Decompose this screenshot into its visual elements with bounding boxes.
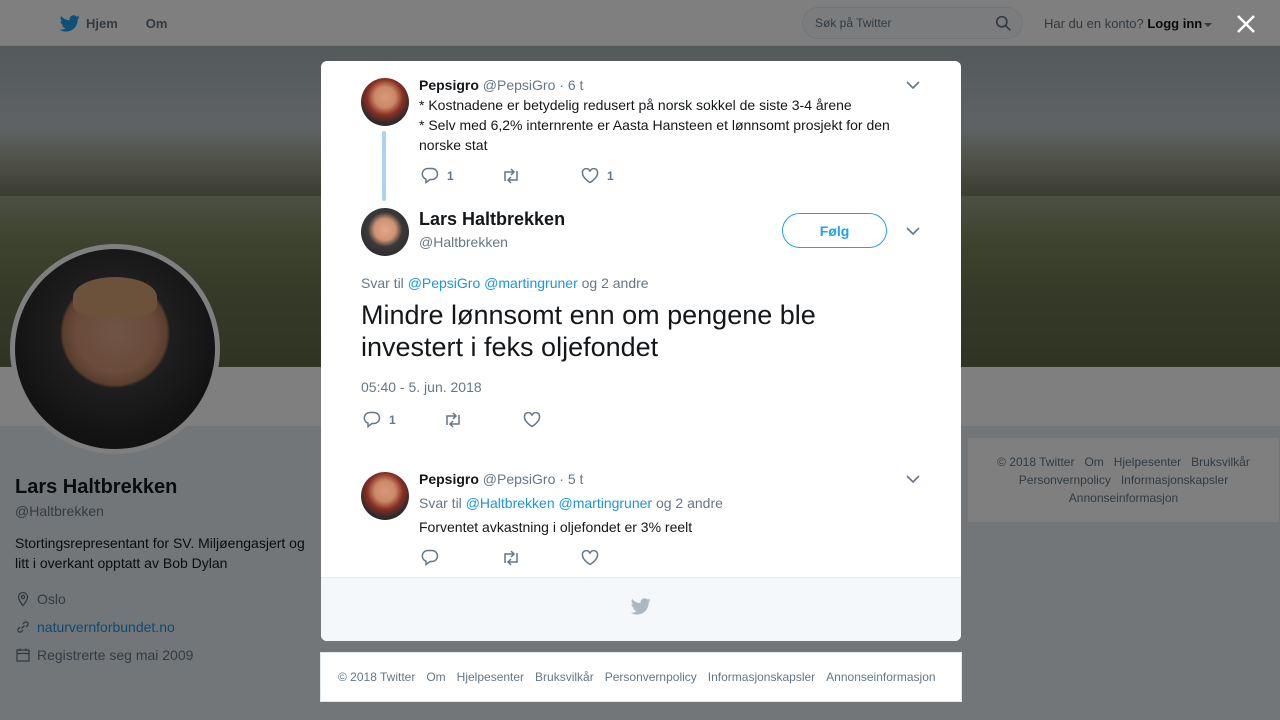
retweet-action[interactable] xyxy=(443,411,523,428)
reply-tweet-context: Svar til @Haltbrekken @martingruner og 2… xyxy=(419,495,723,511)
reply-to-prefix: Svar til xyxy=(419,495,462,511)
retweet-icon[interactable] xyxy=(501,167,521,184)
reply-author-handle[interactable]: @PepsiGro xyxy=(483,471,556,487)
heart-icon[interactable] xyxy=(523,411,541,428)
pepsigro-avatar[interactable] xyxy=(361,472,409,520)
reply-count: 1 xyxy=(389,412,396,427)
main-tweet-actions: 1 xyxy=(363,411,603,428)
modal-footer xyxy=(321,577,961,641)
parent-author-name[interactable]: Pepsigro xyxy=(419,77,479,93)
footer-link-privacy[interactable]: Personvernpolicy xyxy=(605,670,697,684)
reply-to-suffix[interactable]: og 2 andre xyxy=(656,495,723,511)
parent-tweet-text: * Kostnadene er betydelig redusert på no… xyxy=(419,95,919,155)
tweet-permalink-modal: Pepsigro @PepsiGro · 6 t * Kostnadene er… xyxy=(321,61,961,641)
reply-tweet-header: Pepsigro @PepsiGro · 5 t xyxy=(419,471,583,487)
haltbrekken-avatar[interactable] xyxy=(361,208,409,256)
reply-action[interactable]: 1 xyxy=(421,167,501,184)
mention-link[interactable]: @PepsiGro xyxy=(408,275,481,291)
mention-link[interactable]: @martingruner xyxy=(484,275,578,291)
retweet-action[interactable] xyxy=(501,167,581,184)
parent-author-handle[interactable]: @PepsiGro xyxy=(483,77,556,93)
reply-icon[interactable] xyxy=(421,549,439,566)
reply-to-suffix[interactable]: og 2 andre xyxy=(582,275,649,291)
footer-link-ads[interactable]: Annonseinformasjon xyxy=(826,670,935,684)
parent-tweet-line-1: * Kostnadene er betydelig redusert på no… xyxy=(419,97,852,113)
parent-tweet-actions: 1 1 xyxy=(421,167,661,184)
parent-tweet-line-2: * Selv med 6,2% internrente er Aasta Han… xyxy=(419,117,890,153)
footer-link-cookies[interactable]: Informasjonskapsler xyxy=(708,670,815,684)
reply-icon[interactable] xyxy=(421,167,439,184)
close-icon[interactable] xyxy=(1234,12,1258,36)
chevron-down-icon[interactable] xyxy=(906,474,920,484)
heart-icon[interactable] xyxy=(581,549,599,566)
parent-tweet-header: Pepsigro @PepsiGro · 6 t xyxy=(419,77,583,93)
main-reply-context: Svar til @PepsiGro @martingruner og 2 an… xyxy=(361,275,649,291)
retweet-icon[interactable] xyxy=(443,411,463,428)
like-action[interactable]: 1 xyxy=(581,167,661,184)
reply-tweet-actions xyxy=(421,549,661,566)
retweet-action[interactable] xyxy=(501,549,581,566)
reply-to-prefix: Svar til xyxy=(361,275,404,291)
pepsigro-avatar[interactable] xyxy=(361,78,409,126)
reply-icon[interactable] xyxy=(363,411,381,428)
reply-tweet-time[interactable]: · 5 t xyxy=(559,471,583,487)
mention-link[interactable]: @martingruner xyxy=(559,495,653,511)
like-action[interactable] xyxy=(523,411,603,428)
footer-link-help[interactable]: Hjelpesenter xyxy=(457,670,524,684)
footer-link-terms[interactable]: Bruksvilkår xyxy=(535,670,594,684)
reply-count: 1 xyxy=(447,168,454,183)
main-tweet-text: Mindre lønnsomt enn om pengene ble inves… xyxy=(361,300,816,362)
chevron-down-icon[interactable] xyxy=(906,80,920,90)
reply-author-name[interactable]: Pepsigro xyxy=(419,471,479,487)
reply-tweet-text: Forventet avkastning i oljefondet er 3% … xyxy=(419,519,693,535)
main-author-name[interactable]: Lars Haltbrekken xyxy=(419,209,565,230)
chevron-down-icon[interactable] xyxy=(906,226,920,236)
parent-tweet-time[interactable]: · 6 t xyxy=(559,77,583,93)
mention-link[interactable]: @Haltbrekken xyxy=(466,495,555,511)
reply-action[interactable]: 1 xyxy=(363,411,443,428)
main-tweet-timestamp[interactable]: 05:40 - 5. jun. 2018 xyxy=(361,379,482,395)
footer-copyright: © 2018 Twitter xyxy=(338,670,416,684)
twitter-bird-icon xyxy=(631,598,651,615)
reply-action[interactable] xyxy=(421,549,501,566)
like-action[interactable] xyxy=(581,549,661,566)
retweet-icon[interactable] xyxy=(501,549,521,566)
follow-button[interactable]: Følg xyxy=(782,213,887,248)
footer-link-om[interactable]: Om xyxy=(426,670,445,684)
bottom-footer: © 2018 Twitter Om Hjelpesenter Bruksvilk… xyxy=(320,652,962,702)
thread-connector xyxy=(382,131,386,201)
like-count: 1 xyxy=(607,168,614,183)
heart-icon[interactable] xyxy=(581,167,599,184)
main-author-handle[interactable]: @Haltbrekken xyxy=(419,234,508,250)
